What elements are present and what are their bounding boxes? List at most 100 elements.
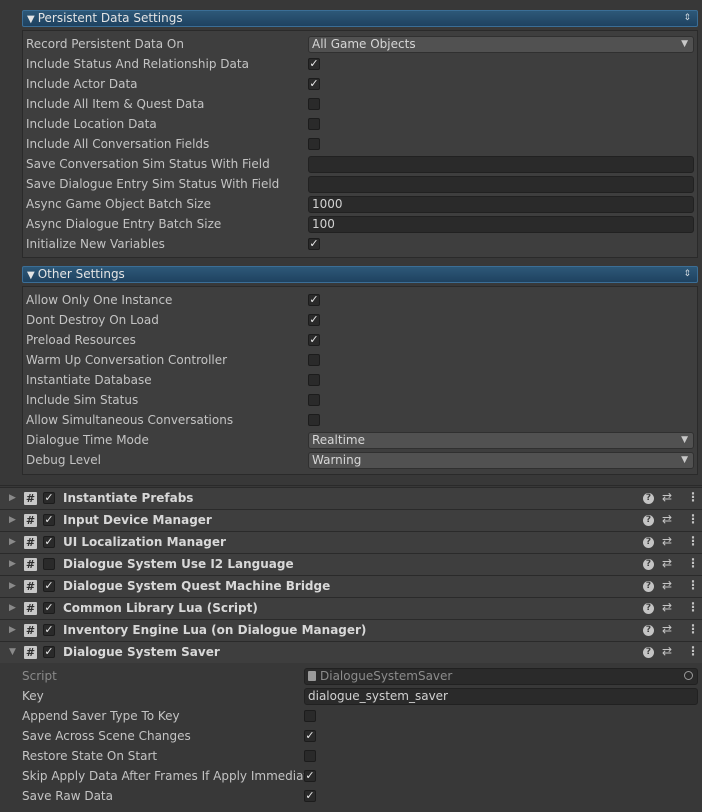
- simultaneous-checkbox[interactable]: [308, 414, 320, 426]
- include-status-label: Include Status And Relationship Data: [26, 57, 249, 71]
- more-options-icon[interactable]: ⋮: [687, 556, 699, 570]
- component-enabled-checkbox[interactable]: ✓: [43, 536, 55, 548]
- foldout-open-icon: ▼: [27, 14, 35, 25]
- component-header-i2-language[interactable]: ▶ # Dialogue System Use I2 Language ? ⇄ …: [0, 553, 702, 575]
- async-go-batch-field[interactable]: 1000: [308, 196, 694, 213]
- time-mode-dropdown[interactable]: Realtime ▼: [308, 432, 694, 449]
- debug-level-dropdown[interactable]: Warning ▼: [308, 452, 694, 469]
- key-row: Key dialogue_system_saver: [0, 686, 702, 706]
- more-options-icon[interactable]: ⋮: [687, 600, 699, 614]
- presets-icon[interactable]: ⇄: [662, 512, 672, 526]
- foldout-closed-icon[interactable]: ▶: [9, 515, 16, 525]
- foldout-closed-icon[interactable]: ▶: [9, 537, 16, 547]
- time-mode-row: Dialogue Time Mode Realtime ▼: [0, 430, 702, 450]
- script-label: Script: [22, 669, 57, 683]
- component-header-common-library-lua[interactable]: ▶ # ✓ Common Library Lua (Script) ? ⇄ ⋮: [0, 597, 702, 619]
- save-raw-data-checkbox[interactable]: ✓: [304, 790, 316, 802]
- dont-destroy-checkbox[interactable]: ✓: [308, 314, 320, 326]
- presets-icon[interactable]: ⇄: [662, 490, 672, 504]
- sim-status-checkbox[interactable]: [308, 394, 320, 406]
- restore-state-row: Restore State On Start: [0, 746, 702, 766]
- component-enabled-checkbox[interactable]: ✓: [43, 514, 55, 526]
- component-enabled-checkbox[interactable]: ✓: [43, 580, 55, 592]
- foldout-open-icon[interactable]: ▼: [9, 647, 16, 657]
- presets-icon[interactable]: ⇄: [662, 644, 672, 658]
- preload-checkbox[interactable]: ✓: [308, 334, 320, 346]
- help-icon[interactable]: ?: [643, 603, 654, 614]
- top-strip: [0, 0, 702, 8]
- dont-destroy-row: Dont Destroy On Load ✓: [0, 310, 702, 330]
- component-header-instantiate-prefabs[interactable]: ▶ # ✓ Instantiate Prefabs ? ⇄ ⋮: [0, 487, 702, 509]
- help-icon[interactable]: ?: [643, 625, 654, 636]
- script-value: DialogueSystemSaver: [320, 669, 453, 683]
- other-settings-header[interactable]: ▼ Other Settings ⇕: [22, 266, 698, 283]
- presets-icon[interactable]: ⇄: [662, 578, 672, 592]
- include-conv-fields-row: Include All Conversation Fields: [0, 134, 702, 154]
- init-vars-checkbox[interactable]: ✓: [308, 238, 320, 250]
- script-icon: #: [24, 514, 37, 527]
- more-options-icon[interactable]: ⋮: [687, 622, 699, 636]
- include-status-checkbox[interactable]: ✓: [308, 58, 320, 70]
- key-input[interactable]: dialogue_system_saver: [304, 688, 698, 705]
- entry-sim-status-field[interactable]: [308, 176, 694, 193]
- more-options-icon[interactable]: ⋮: [687, 512, 699, 526]
- component-header-ui-localization-manager[interactable]: ▶ # ✓ UI Localization Manager ? ⇄ ⋮: [0, 531, 702, 553]
- include-actor-checkbox[interactable]: ✓: [308, 78, 320, 90]
- component-enabled-checkbox[interactable]: ✓: [43, 602, 55, 614]
- async-entry-batch-row: Async Dialogue Entry Batch Size 100: [0, 214, 702, 234]
- component-header-dialogue-system-saver[interactable]: ▼ # ✓ Dialogue System Saver ? ⇄ ⋮: [0, 641, 702, 663]
- foldout-closed-icon[interactable]: ▶: [9, 581, 16, 591]
- script-icon: #: [24, 492, 37, 505]
- more-options-icon[interactable]: ⋮: [687, 644, 699, 658]
- more-options-icon[interactable]: ⋮: [687, 534, 699, 548]
- restore-state-checkbox[interactable]: [304, 750, 316, 762]
- help-icon[interactable]: ?: [643, 581, 654, 592]
- component-header-inventory-engine-lua[interactable]: ▶ # ✓ Inventory Engine Lua (on Dialogue …: [0, 619, 702, 641]
- include-conv-fields-checkbox[interactable]: [308, 138, 320, 150]
- instantiate-db-checkbox[interactable]: [308, 374, 320, 386]
- skip-apply-data-checkbox[interactable]: ✓: [304, 770, 316, 782]
- save-across-scene-checkbox[interactable]: ✓: [304, 730, 316, 742]
- component-header-input-device-manager[interactable]: ▶ # ✓ Input Device Manager ? ⇄ ⋮: [0, 509, 702, 531]
- warmup-checkbox[interactable]: [308, 354, 320, 366]
- component-enabled-checkbox[interactable]: ✓: [43, 492, 55, 504]
- presets-icon[interactable]: ⇄: [662, 556, 672, 570]
- include-location-checkbox[interactable]: [308, 118, 320, 130]
- component-enabled-checkbox[interactable]: ✓: [43, 624, 55, 636]
- section-menu-icon[interactable]: ⇕: [683, 11, 691, 26]
- help-icon[interactable]: ?: [643, 515, 654, 526]
- append-saver-type-checkbox[interactable]: [304, 710, 316, 722]
- help-icon[interactable]: ?: [643, 647, 654, 658]
- more-options-icon[interactable]: ⋮: [687, 490, 699, 504]
- foldout-closed-icon[interactable]: ▶: [9, 603, 16, 613]
- include-items-checkbox[interactable]: [308, 98, 320, 110]
- presets-icon[interactable]: ⇄: [662, 600, 672, 614]
- foldout-closed-icon[interactable]: ▶: [9, 559, 16, 569]
- conv-sim-status-field[interactable]: [308, 156, 694, 173]
- help-icon[interactable]: ?: [643, 537, 654, 548]
- more-options-icon[interactable]: ⋮: [687, 578, 699, 592]
- init-vars-label: Initialize New Variables: [26, 237, 165, 251]
- one-instance-label: Allow Only One Instance: [26, 293, 173, 307]
- one-instance-row: Allow Only One Instance ✓: [0, 290, 702, 310]
- foldout-closed-icon[interactable]: ▶: [9, 493, 16, 503]
- warmup-label: Warm Up Conversation Controller: [26, 353, 228, 367]
- foldout-closed-icon[interactable]: ▶: [9, 625, 16, 635]
- persistent-data-settings-header[interactable]: ▼ Persistent Data Settings ⇕: [22, 10, 698, 27]
- component-name: Common Library Lua (Script): [63, 601, 258, 615]
- presets-icon[interactable]: ⇄: [662, 534, 672, 548]
- help-icon[interactable]: ?: [643, 493, 654, 504]
- section-menu-icon[interactable]: ⇕: [683, 267, 691, 282]
- presets-icon[interactable]: ⇄: [662, 622, 672, 636]
- one-instance-checkbox[interactable]: ✓: [308, 294, 320, 306]
- component-enabled-checkbox[interactable]: ✓: [43, 646, 55, 658]
- record-persistent-data-dropdown[interactable]: All Game Objects ▼: [308, 36, 694, 53]
- script-icon: #: [24, 646, 37, 659]
- help-icon[interactable]: ?: [643, 559, 654, 570]
- time-mode-label: Dialogue Time Mode: [26, 433, 149, 447]
- component-name: Dialogue System Saver: [63, 645, 220, 659]
- component-enabled-checkbox[interactable]: [43, 558, 55, 570]
- async-entry-batch-field[interactable]: 100: [308, 216, 694, 233]
- component-header-quest-machine-bridge[interactable]: ▶ # ✓ Dialogue System Quest Machine Brid…: [0, 575, 702, 597]
- dont-destroy-label: Dont Destroy On Load: [26, 313, 159, 327]
